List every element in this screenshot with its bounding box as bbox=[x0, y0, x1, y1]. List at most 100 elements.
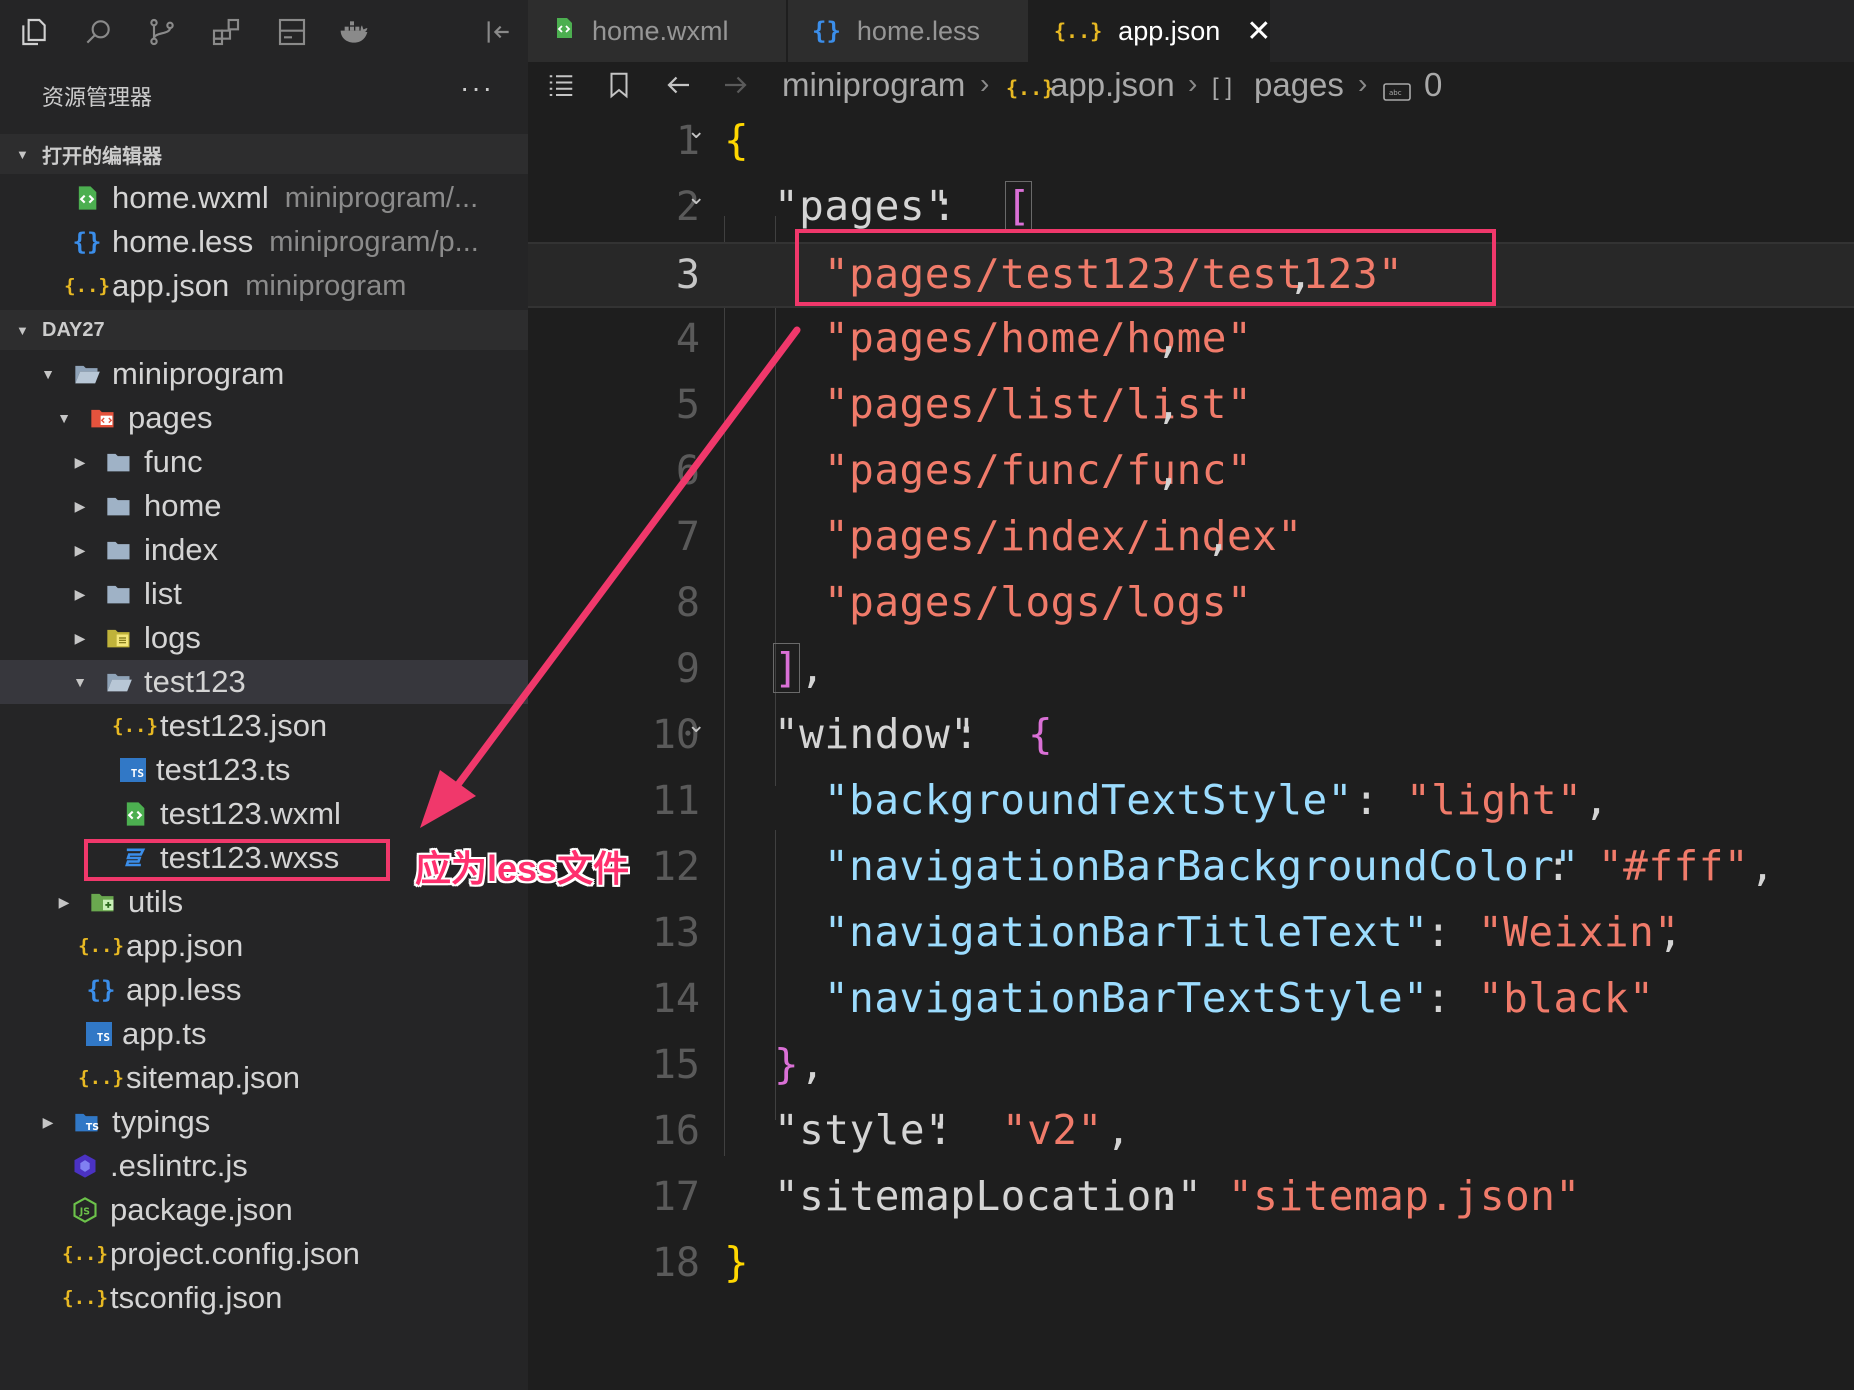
eslint-icon bbox=[70, 1151, 100, 1181]
wxml-file-icon bbox=[72, 183, 102, 213]
wxss-highlight-box bbox=[84, 839, 390, 881]
tree-file-project-config[interactable]: {..} project.config.json bbox=[0, 1232, 528, 1276]
tree-file-eslintrc[interactable]: .eslintrc.js bbox=[0, 1144, 528, 1188]
tree-folder-typings[interactable]: ▶ TS typings bbox=[0, 1100, 528, 1144]
tree-folder-miniprogram[interactable]: ▼ miniprogram bbox=[0, 352, 528, 396]
tree-file-test123-json[interactable]: {..} test123.json bbox=[0, 704, 528, 748]
typescript-folder-icon: TS bbox=[72, 1107, 102, 1137]
code-line: 15 } , bbox=[651, 1040, 826, 1088]
explorer-title: 资源管理器 bbox=[42, 85, 153, 110]
tree-folder-list[interactable]: ▶ list bbox=[0, 572, 528, 616]
open-editor-item[interactable]: {} home.less miniprogram/p... bbox=[0, 220, 528, 264]
open-editor-item[interactable]: {..} app.json miniprogram bbox=[0, 264, 528, 308]
chevron-down-icon: ▼ bbox=[41, 366, 55, 382]
tab-app-json[interactable]: {..} app.json ✕ bbox=[1030, 0, 1271, 62]
tree-folder-logs[interactable]: ▶ logs bbox=[0, 616, 528, 660]
chevron-right-icon: ▶ bbox=[74, 453, 86, 470]
folder-icon bbox=[104, 447, 134, 477]
code-line: 10 ⌄ "window" : { bbox=[651, 710, 1054, 758]
svg-text:JS: JS bbox=[79, 1207, 90, 1218]
source-control-icon[interactable] bbox=[144, 14, 180, 50]
folder-open-icon bbox=[72, 359, 102, 389]
code-line: 6 "pages/func/func" , bbox=[675, 446, 1253, 494]
less-file-icon: {} bbox=[72, 228, 102, 256]
pages-entry-highlight-box bbox=[795, 229, 1496, 306]
json-file-icon: {..} bbox=[78, 935, 124, 957]
breadcrumb: miniprogram › {..} app.json › [ ] pages … bbox=[528, 62, 1854, 110]
array-icon: [ ] bbox=[1212, 74, 1233, 101]
chevron-right-icon: › bbox=[1358, 68, 1368, 99]
breadcrumb-folder[interactable]: miniprogram bbox=[782, 66, 965, 104]
code-line: 1 ⌄ { bbox=[675, 116, 750, 164]
chevron-down-icon: ▼ bbox=[16, 146, 29, 162]
tree-file-app-ts[interactable]: TS app.ts bbox=[0, 1012, 528, 1056]
tree-folder-func[interactable]: ▶ func bbox=[0, 440, 528, 484]
close-icon[interactable]: ✕ bbox=[1246, 14, 1271, 49]
tree-file-tsconfig[interactable]: {..} tsconfig.json bbox=[0, 1276, 528, 1320]
code-line: 18 } bbox=[651, 1238, 750, 1286]
chevron-down-icon[interactable]: ⌄ bbox=[687, 118, 705, 144]
code-line: 5 "pages/list/list" , bbox=[675, 380, 1253, 428]
open-editors-header[interactable]: ▼ 打开的编辑器 bbox=[0, 134, 528, 174]
workspace-header[interactable]: ▼ DAY27 bbox=[0, 310, 528, 350]
tab-home-wxml[interactable]: home.wxml bbox=[528, 0, 788, 62]
utils-folder-icon bbox=[88, 887, 118, 917]
code-line: 16 "style" : "v2" , bbox=[651, 1106, 1132, 1154]
files-icon[interactable] bbox=[16, 14, 52, 50]
storage-icon[interactable] bbox=[274, 14, 310, 50]
pages-folder-icon bbox=[88, 403, 118, 433]
breadcrumb-array[interactable]: pages bbox=[1254, 66, 1344, 104]
json-file-icon: {..} bbox=[112, 715, 158, 737]
folder-icon bbox=[104, 491, 134, 521]
chevron-down-icon[interactable]: ⌄ bbox=[687, 712, 705, 738]
back-arrow-icon[interactable] bbox=[662, 68, 696, 102]
list-icon[interactable] bbox=[544, 68, 578, 102]
tree-file-app-json[interactable]: {..} app.json bbox=[0, 924, 528, 968]
code-line: 17 "sitemapLocation" : "sitemap.json" bbox=[651, 1172, 1581, 1220]
tree-file-sitemap-json[interactable]: {..} sitemap.json bbox=[0, 1056, 528, 1100]
tree-file-package-json[interactable]: JS package.json bbox=[0, 1188, 528, 1232]
chevron-down-icon: ▼ bbox=[73, 674, 87, 690]
chevron-right-icon: › bbox=[980, 68, 990, 99]
chevron-right-icon: ▶ bbox=[74, 585, 86, 602]
chevron-right-icon: ▶ bbox=[74, 629, 86, 646]
code-line: 8 "pages/logs/logs" bbox=[675, 578, 1253, 626]
more-actions-button[interactable]: ··· bbox=[460, 72, 494, 104]
string-icon: abc bbox=[1382, 74, 1412, 112]
tree-folder-home[interactable]: ▶ home bbox=[0, 484, 528, 528]
extensions-icon[interactable] bbox=[208, 14, 244, 50]
tab-home-less[interactable]: {} home.less bbox=[788, 0, 1030, 62]
svg-text:TS: TS bbox=[86, 1122, 99, 1133]
forward-arrow-icon[interactable] bbox=[718, 68, 752, 102]
chevron-right-icon: ▶ bbox=[58, 893, 70, 910]
nodejs-icon: JS bbox=[70, 1195, 100, 1225]
bookmark-icon[interactable] bbox=[602, 68, 636, 102]
breadcrumb-file[interactable]: app.json bbox=[1050, 66, 1175, 104]
tree-file-app-less[interactable]: {} app.less bbox=[0, 968, 528, 1012]
chevron-right-icon: ▶ bbox=[74, 541, 86, 558]
json-file-icon: {..} bbox=[1006, 76, 1055, 100]
tree-file-test123-ts[interactable]: TS test123.ts bbox=[0, 748, 528, 792]
tree-folder-test123[interactable]: ▼ test123 bbox=[0, 660, 528, 704]
open-editor-item[interactable]: home.wxml miniprogram/... bbox=[0, 176, 528, 220]
search-icon[interactable] bbox=[80, 14, 116, 50]
tree-folder-pages[interactable]: ▼ pages bbox=[0, 396, 528, 440]
json-file-icon: {..} bbox=[62, 1287, 108, 1309]
annotation-label: 应为less文件 bbox=[415, 848, 630, 889]
chevron-right-icon: ▶ bbox=[42, 1113, 54, 1130]
tree-file-test123-wxml[interactable]: test123.wxml bbox=[0, 792, 528, 836]
less-file-icon: {} bbox=[812, 17, 841, 45]
collapse-sidebar-icon[interactable] bbox=[480, 14, 516, 50]
chevron-down-icon[interactable]: ⌄ bbox=[687, 184, 705, 210]
chevron-down-icon: ▼ bbox=[16, 322, 29, 338]
docker-icon[interactable] bbox=[336, 14, 372, 50]
logs-folder-icon bbox=[104, 623, 134, 653]
tree-folder-index[interactable]: ▶ index bbox=[0, 528, 528, 572]
code-line: 11 "backgroundTextStyle" : "light" , bbox=[651, 776, 1610, 824]
activity-bar bbox=[0, 0, 528, 64]
less-file-icon: {} bbox=[86, 976, 116, 1004]
json-file-icon: {..} bbox=[62, 1243, 108, 1265]
breadcrumb-index[interactable]: 0 bbox=[1424, 66, 1442, 104]
wxml-file-icon bbox=[552, 15, 576, 48]
typescript-file-icon: TS bbox=[86, 1022, 112, 1046]
